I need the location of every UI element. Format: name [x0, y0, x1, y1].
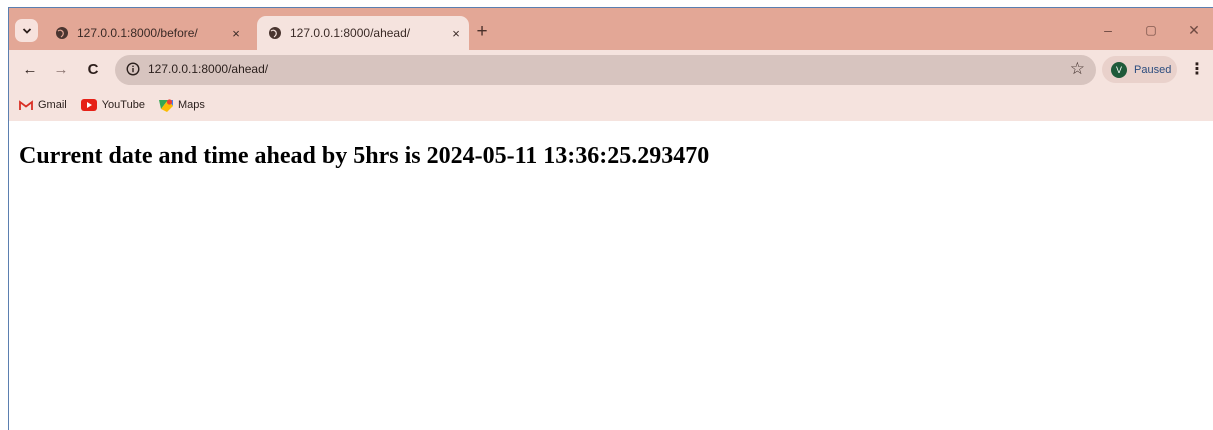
restore-icon[interactable]: ▢ — [1141, 20, 1161, 40]
page-content: Current date and time ahead by 5hrs is 2… — [9, 121, 1213, 430]
bookmarks-bar: Gmail YouTube Maps — [9, 89, 1213, 121]
url-text[interactable]: 127.0.0.1:8000/ahead/ — [148, 62, 268, 76]
tab-search-button[interactable] — [15, 19, 38, 42]
bookmark-label: YouTube — [101, 99, 145, 111]
gmail-icon — [19, 99, 33, 110]
bookmark-gmail[interactable]: Gmail — [19, 99, 67, 111]
new-tab-button[interactable]: + — [471, 22, 493, 45]
tab-title: 127.0.0.1:8000/ahead/ — [290, 26, 411, 40]
close-tab-icon[interactable]: × — [223, 26, 249, 41]
globe-icon — [269, 27, 281, 39]
address-bar[interactable]: 127.0.0.1:8000/ahead/ ☆ — [115, 55, 1096, 85]
close-tab-icon[interactable]: × — [443, 26, 469, 41]
maps-icon — [158, 99, 173, 112]
tab-before[interactable]: 127.0.0.1:8000/before/ × — [45, 16, 249, 50]
more-menu-icon[interactable]: ⋮ — [1189, 59, 1205, 81]
tab-title: 127.0.0.1:8000/before/ — [77, 26, 198, 40]
close-window-icon[interactable]: ✕ — [1184, 20, 1204, 40]
bookmark-label: Maps — [177, 99, 205, 111]
tab-strip: 127.0.0.1:8000/before/ × 127.0.0.1:8000/… — [9, 8, 1213, 50]
tab-ahead[interactable]: 127.0.0.1:8000/ahead/ × — [257, 16, 469, 50]
minimize-icon[interactable]: – — [1098, 20, 1118, 40]
forward-icon[interactable]: → — [50, 59, 72, 81]
info-icon[interactable] — [126, 62, 140, 76]
profile-status: Paused — [1134, 63, 1172, 76]
bookmark-youtube[interactable]: YouTube — [80, 99, 145, 111]
profile-button[interactable]: V Paused — [1102, 56, 1177, 83]
toolbar: ← → C 127.0.0.1:8000/ahead/ ☆ V Paused ⋮ — [9, 50, 1213, 89]
chevron-down-icon — [22, 27, 31, 34]
avatar: V — [1111, 61, 1127, 78]
bookmark-label: Gmail — [38, 99, 67, 111]
back-icon[interactable]: ← — [19, 59, 41, 81]
bookmark-star-icon[interactable]: ☆ — [1070, 59, 1085, 79]
youtube-icon — [80, 99, 97, 111]
browser-window: 127.0.0.1:8000/before/ × 127.0.0.1:8000/… — [8, 7, 1213, 430]
bookmark-maps[interactable]: Maps — [158, 98, 205, 112]
reload-icon[interactable]: C — [82, 59, 104, 81]
page-heading: Current date and time ahead by 5hrs is 2… — [19, 143, 710, 169]
globe-icon — [56, 27, 68, 39]
